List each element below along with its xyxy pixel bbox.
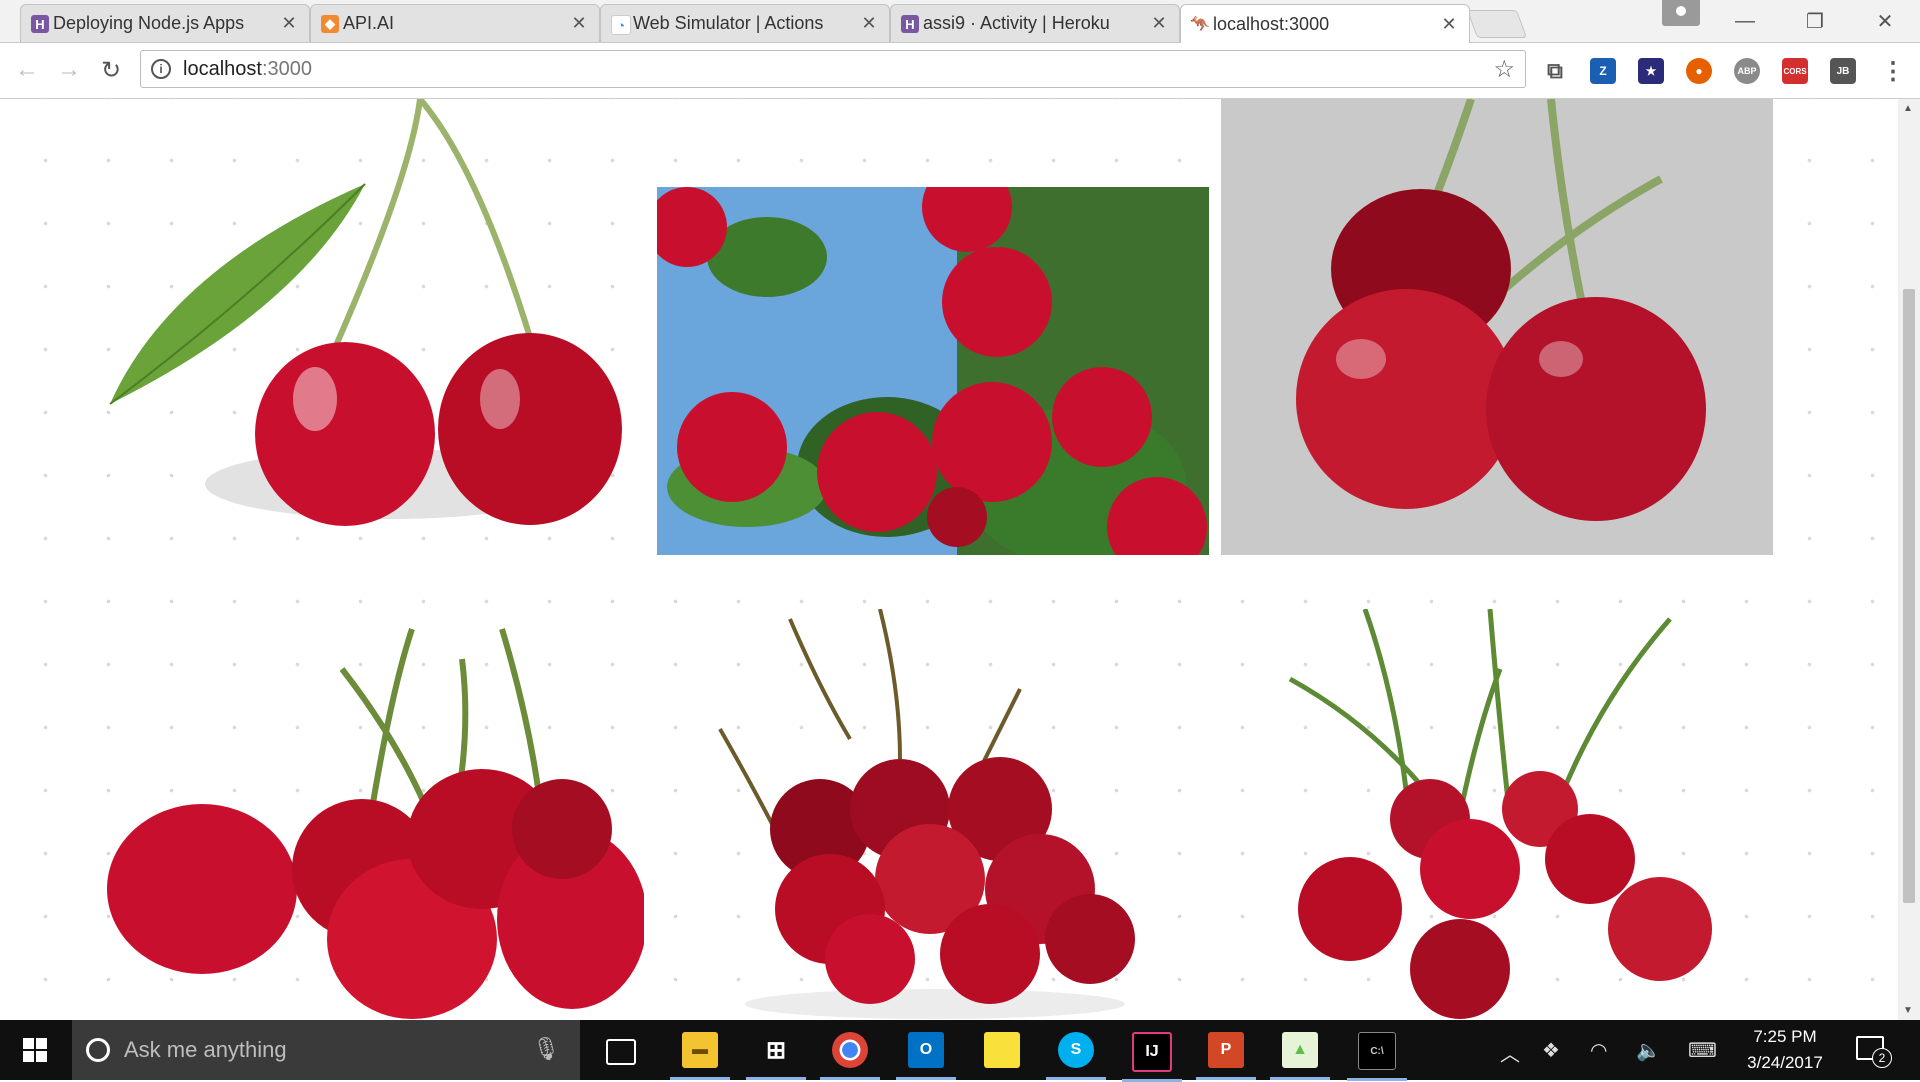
browser-toolbar: ← → ↻ i localhost:3000 ☆ ⧉ Z ★ ● ABP COR…: [0, 43, 1920, 99]
kangaroo-icon: 🦘: [1190, 16, 1210, 33]
tab-title: API.AI: [343, 13, 395, 33]
microphone-icon[interactable]: 🎙: [532, 1036, 560, 1062]
tab-title: assi9 · Activity | Heroku: [923, 13, 1110, 33]
tab-strip: H Deploying Node.js Apps ✕ ◆ API.AI ✕ ◔ …: [0, 0, 1920, 43]
address-url[interactable]: localhost:3000: [183, 58, 312, 81]
start-button[interactable]: [0, 1020, 70, 1080]
firefox-like-icon[interactable]: ●: [1686, 58, 1712, 84]
scroll-up-arrow-icon[interactable]: ▲: [1903, 103, 1913, 114]
system-clock[interactable]: 7:25 PM 3/24/2017: [1740, 1024, 1830, 1076]
scroll-down-arrow-icon[interactable]: ▼: [1903, 1005, 1913, 1016]
wifi-icon[interactable]: ◠: [1590, 1038, 1607, 1063]
info-icon[interactable]: i: [151, 59, 171, 79]
page-viewport: [0, 99, 1898, 1020]
sticky-notes-icon[interactable]: [984, 1032, 1020, 1068]
tab-title: Deploying Node.js Apps: [53, 13, 245, 33]
scrollbar-thumb[interactable]: [1903, 289, 1915, 903]
google-actions-icon: ◔: [611, 15, 631, 35]
close-icon[interactable]: ✕: [1439, 14, 1459, 35]
jetbrains-icon[interactable]: JB: [1830, 58, 1856, 84]
astronomy-icon[interactable]: ★: [1638, 58, 1664, 84]
cherry-bunch-stems-photo: [1270, 609, 1750, 1020]
show-hidden-icons-chevron-icon[interactable]: ︿: [1500, 1038, 1520, 1067]
close-icon[interactable]: ✕: [859, 13, 879, 34]
store-icon[interactable]: ⊞: [746, 1032, 806, 1080]
windows-taskbar: Ask me anything 🎙 ▬ ⊞ O S IJ P ▲ C:\ ︿ ❖…: [0, 1020, 1920, 1082]
tab-heroku-activity[interactable]: H assi9 · Activity | Heroku ✕: [890, 4, 1180, 42]
dropbox-icon[interactable]: ❖: [1542, 1038, 1560, 1063]
powerpoint-icon[interactable]: P: [1196, 1032, 1256, 1080]
cherries-on-tree-photo: [657, 187, 1209, 555]
close-icon[interactable]: ✕: [1149, 13, 1169, 34]
api-ai-icon: ◆: [321, 15, 339, 33]
clock-date: 3/24/2017: [1747, 1053, 1823, 1072]
vertical-scrollbar[interactable]: ▲ ▼: [1898, 99, 1920, 1020]
chrome-icon[interactable]: [820, 1032, 880, 1080]
reload-icon[interactable]: ↻: [96, 55, 126, 85]
skype-icon[interactable]: S: [1046, 1032, 1106, 1080]
profile-avatar-icon[interactable]: [1662, 0, 1700, 26]
url-host: localhost: [183, 57, 262, 80]
search-placeholder: Ask me anything: [124, 1037, 287, 1062]
cmd-icon[interactable]: C:\: [1347, 1032, 1407, 1081]
close-icon[interactable]: ✕: [569, 13, 589, 34]
action-center-icon[interactable]: 2: [1856, 1036, 1892, 1068]
tab-deploying-nodejs[interactable]: H Deploying Node.js Apps ✕: [20, 4, 310, 42]
image-viewer-icon[interactable]: ▲: [1270, 1032, 1330, 1080]
intellij-icon[interactable]: IJ: [1122, 1032, 1182, 1082]
tab-localhost[interactable]: 🦘 localhost:3000 ✕: [1180, 4, 1470, 43]
minimize-icon[interactable]: —: [1710, 0, 1780, 42]
back-arrow-icon[interactable]: ←: [12, 55, 42, 85]
url-port: :3000: [261, 57, 312, 80]
address-bar[interactable]: i localhost:3000 ☆: [140, 50, 1526, 88]
tab-api-ai[interactable]: ◆ API.AI ✕: [310, 4, 600, 42]
cherry-cluster-photo: [92, 609, 644, 1020]
cors-icon[interactable]: CORS: [1782, 58, 1808, 84]
restore-icon[interactable]: ❐: [1780, 0, 1850, 42]
menu-icon[interactable]: ⋮: [1880, 58, 1906, 85]
window-controls: — ❐ ✕: [1710, 0, 1920, 42]
task-view-icon[interactable]: [606, 1039, 636, 1065]
tab-title: Web Simulator | Actions: [633, 13, 824, 33]
keyboard-icon[interactable]: ⌨: [1688, 1038, 1717, 1063]
tab-title: localhost:3000: [1213, 13, 1330, 34]
windows-logo-icon: [23, 1038, 47, 1062]
clock-time: 7:25 PM: [1753, 1027, 1817, 1046]
tab-web-simulator[interactable]: ◔ Web Simulator | Actions ✕: [600, 4, 890, 42]
cortana-icon: [86, 1038, 110, 1062]
heroku-icon: H: [31, 15, 49, 33]
close-icon[interactable]: ✕: [279, 13, 299, 34]
close-window-icon[interactable]: ✕: [1850, 0, 1920, 42]
volume-icon[interactable]: 🔈: [1636, 1038, 1661, 1063]
outlook-icon[interactable]: O: [896, 1032, 956, 1080]
notification-count-badge: 2: [1872, 1048, 1892, 1068]
cherry-pile-photo: [700, 609, 1170, 1020]
cast-icon[interactable]: ⧉: [1542, 58, 1568, 84]
adblock-plus-icon[interactable]: ABP: [1734, 58, 1760, 84]
zotero-icon[interactable]: Z: [1590, 58, 1616, 84]
cherry-trio-gray-photo: [1221, 99, 1773, 555]
heroku-icon: H: [901, 15, 919, 33]
forward-arrow-icon[interactable]: →: [54, 55, 84, 85]
file-explorer-icon[interactable]: ▬: [670, 1032, 730, 1080]
bookmark-star-icon[interactable]: ☆: [1493, 55, 1515, 84]
cortana-search-box[interactable]: Ask me anything 🎙: [72, 1020, 580, 1080]
new-tab-button[interactable]: [1466, 10, 1528, 38]
cherry-pair-with-leaf-photo: [90, 99, 640, 554]
